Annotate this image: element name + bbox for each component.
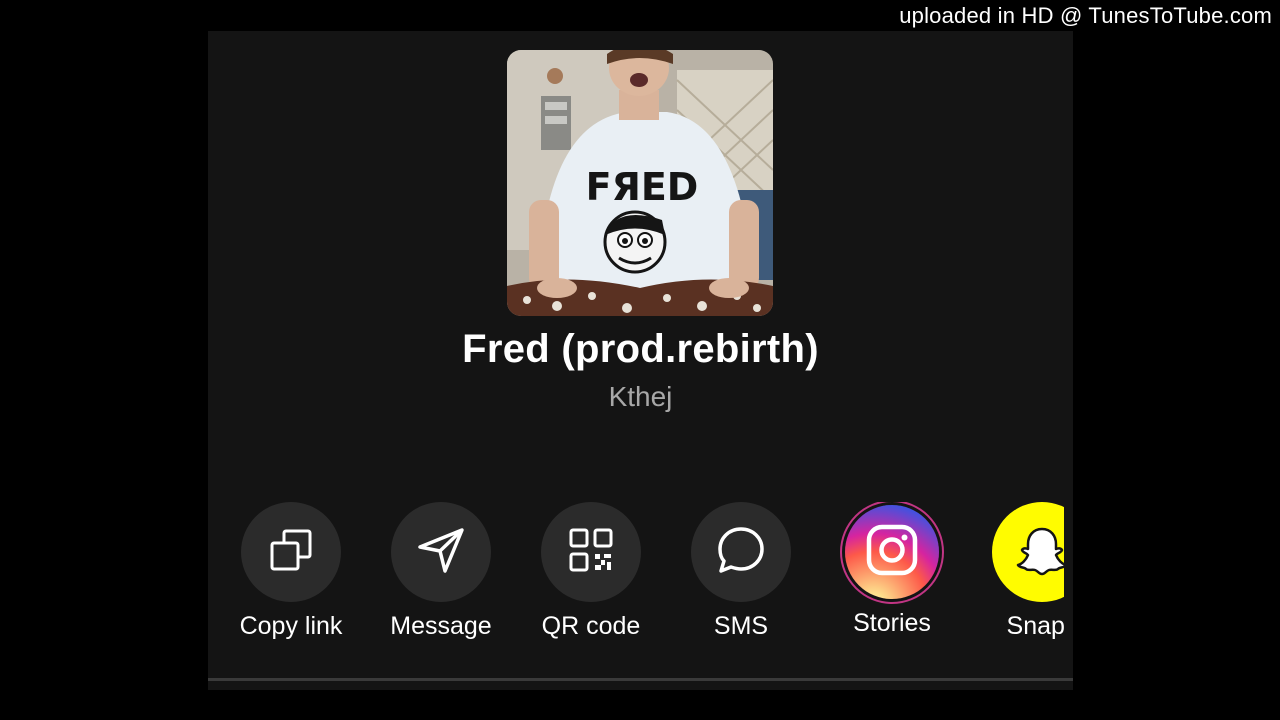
message-button[interactable] [391,502,491,602]
sms-label: SMS [713,612,769,640]
share-options-row: Copy link Message QR code SMS Stories Sn… [208,502,1064,652]
stories-label: Stories [853,609,931,637]
share-qr-code[interactable]: QR code [521,502,661,641]
share-snapchat[interactable]: Snapc [972,502,1064,641]
sms-button[interactable] [691,502,791,602]
copy-icon [268,527,314,578]
watermark-text: uploaded in HD @ TunesToTube.com [899,3,1272,28]
cover-shirt-text: FЯED [586,165,699,209]
qr-code-button[interactable] [541,502,641,602]
album-cover: FЯED [507,50,773,316]
chat-bubble-icon [716,525,766,580]
message-label: Message [390,612,492,640]
snapchat-label: Snapc [1006,612,1064,640]
instagram-stories-button[interactable] [845,505,939,599]
copy-link-button[interactable] [241,502,341,602]
share-sheet: FЯED Fred (prod.rebirth) Kthej Copy link… [208,31,1073,690]
snapchat-icon [1016,524,1064,581]
share-message[interactable]: Message [371,502,511,641]
share-copy-link[interactable]: Copy link [221,502,361,641]
share-instagram-stories[interactable]: Stories [822,502,962,638]
track-title: Fred (prod.rebirth) [462,327,819,371]
qr-code-icon [568,527,614,578]
track-artist[interactable]: Kthej [208,381,1073,413]
bottom-divider [208,678,1073,681]
instagram-icon [865,523,919,582]
snapchat-button[interactable] [992,502,1064,602]
share-sms[interactable]: SMS [671,502,811,641]
qr-code-label: QR code [541,612,641,640]
copy-link-label: Copy link [239,612,343,640]
send-icon [416,525,466,580]
